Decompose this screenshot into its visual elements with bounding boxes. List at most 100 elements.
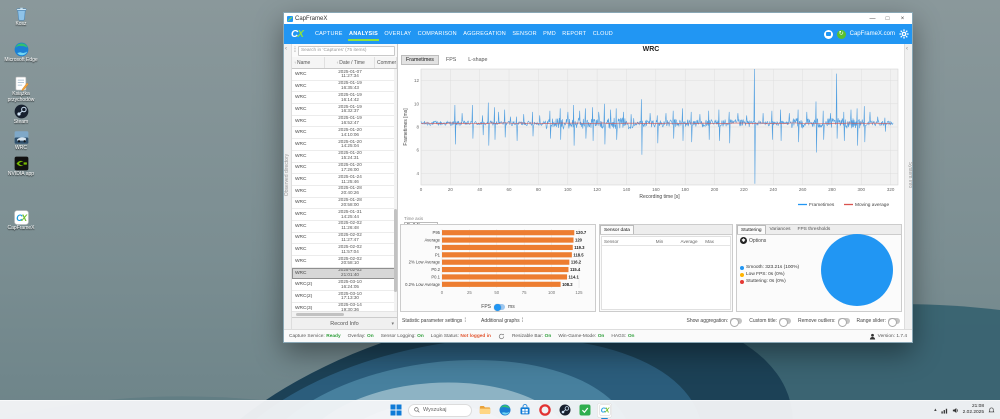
search-input[interactable]: Search in 'Captures' (75 items) bbox=[298, 46, 395, 56]
table-row[interactable]: WRC2025-01-2820:58:00 bbox=[292, 198, 397, 210]
toggle-switch[interactable] bbox=[838, 318, 850, 324]
tab-variances[interactable]: Variances bbox=[767, 225, 794, 234]
captures-table-header[interactable]: ↑Name↑Date / TimeComment bbox=[292, 57, 397, 69]
nav-tab-report[interactable]: REPORT bbox=[561, 27, 587, 41]
table-row[interactable]: WRC2025-01-2820:40:26 bbox=[292, 186, 397, 198]
desktop-icon-capframex[interactable]: CXCapFrameX bbox=[4, 210, 38, 232]
kebab-menu-icon[interactable]: ⁞ bbox=[522, 318, 523, 324]
table-row[interactable]: WRC2025-01-1916:52:47 bbox=[292, 116, 397, 128]
drag-handle-icon[interactable]: ⁞ bbox=[294, 48, 296, 54]
toggle-switch[interactable] bbox=[779, 318, 791, 324]
table-row[interactable]: WRC2025-01-1916:35:43 bbox=[292, 81, 397, 93]
nav-tab-overlay[interactable]: OVERLAY bbox=[383, 27, 412, 41]
maximize-button[interactable]: □ bbox=[881, 14, 894, 24]
tab-l-shape[interactable]: L-shape bbox=[463, 55, 492, 65]
table-row[interactable]: WRC(2)2025-03-1017:13:30 bbox=[292, 291, 397, 303]
website-link[interactable]: CapFrameX.com bbox=[850, 31, 895, 37]
taskbar-icon-capframex[interactable]: CX bbox=[597, 403, 612, 418]
column-header-c3[interactable]: Comment bbox=[375, 57, 397, 68]
options-gear-icon[interactable]: ✱ bbox=[740, 237, 747, 244]
kebab-menu-icon[interactable]: ⁞ bbox=[464, 318, 465, 324]
toggle-switch[interactable] bbox=[730, 318, 742, 324]
nav-tab-capture[interactable]: CAPTURE bbox=[314, 27, 344, 41]
taskbar-icon-opera[interactable] bbox=[537, 403, 552, 418]
nav-tab-aggregation[interactable]: AGGREGATION bbox=[462, 27, 507, 41]
settings-gear-icon[interactable] bbox=[899, 29, 909, 39]
legend-dot bbox=[740, 266, 744, 270]
minimize-button[interactable]: — bbox=[866, 14, 879, 24]
table-row[interactable]: WRC2025-01-0711:27:34 bbox=[292, 69, 397, 81]
close-button[interactable]: × bbox=[896, 14, 909, 24]
collapse-right-icon[interactable]: ‹ bbox=[906, 46, 908, 52]
table-row[interactable]: WRC2025-01-1916:14:42 bbox=[292, 92, 397, 104]
nav-tab-sensor[interactable]: SENSOR bbox=[511, 27, 537, 41]
tab-frametimes[interactable]: Frametimes bbox=[401, 55, 439, 65]
refresh-icon[interactable] bbox=[498, 333, 505, 340]
toggle-switch[interactable] bbox=[888, 318, 900, 324]
system-info-strip[interactable]: ‹ System Info bbox=[904, 44, 912, 329]
desktop-icon-edge[interactable]: Microsoft Edge bbox=[4, 42, 38, 64]
taskbar-search-input[interactable]: Wyszukaj bbox=[408, 404, 472, 417]
table-row[interactable]: WRC2025-01-2014:25:04 bbox=[292, 139, 397, 151]
tab-sensor-data[interactable]: Sensor data bbox=[600, 225, 634, 234]
notification-bell-icon[interactable] bbox=[988, 407, 995, 414]
nav-tab-cloud[interactable]: CLOUD bbox=[592, 27, 614, 41]
table-row[interactable]: WRC2025-01-3114:25:44 bbox=[292, 209, 397, 221]
table-row[interactable]: WRC(3)2025-03-1419:30:36 bbox=[292, 303, 397, 311]
record-datetime: 2025-03-1419:30:36 bbox=[325, 303, 375, 311]
desktop-icon-steam[interactable]: Steam bbox=[4, 104, 38, 126]
update-icon[interactable]: ↻ bbox=[837, 30, 846, 39]
status-label: Win-Game-Mode: bbox=[558, 334, 596, 339]
button-additional-graphs[interactable]: Additional graphs⁞ bbox=[481, 318, 522, 324]
taskbar-icon-file-explorer[interactable] bbox=[477, 403, 492, 418]
network-icon[interactable] bbox=[941, 407, 948, 414]
table-row[interactable]: WRC2025-01-2014:10:06 bbox=[292, 127, 397, 139]
table-row[interactable]: WRC2025-02-0220:58:10 bbox=[292, 256, 397, 268]
nav-tab-comparison[interactable]: COMPARISON bbox=[417, 27, 458, 41]
table-row[interactable]: WRC2025-01-2017:26:00 bbox=[292, 163, 397, 175]
vertical-scrollbar[interactable] bbox=[394, 69, 397, 311]
column-header-c2[interactable]: ↑Date / Time bbox=[325, 57, 375, 68]
svg-text:50: 50 bbox=[494, 290, 499, 295]
taskbar-icon-edge[interactable] bbox=[497, 403, 512, 418]
table-row[interactable]: WRC2025-01-1916:32:37 bbox=[292, 104, 397, 116]
table-row[interactable]: WRC2025-01-2015:24:31 bbox=[292, 151, 397, 163]
table-row[interactable]: WRC(2)2025-03-1016:24:05 bbox=[292, 279, 397, 291]
desktop-icon-game[interactable]: WRC bbox=[4, 130, 38, 152]
table-row[interactable]: WRC2025-02-0211:57:04 bbox=[292, 244, 397, 256]
options-label[interactable]: Options bbox=[749, 238, 766, 244]
svg-text:260: 260 bbox=[799, 187, 807, 192]
nav-tab-pmd[interactable]: PMD bbox=[542, 27, 557, 41]
collapse-left-icon[interactable]: ‹ bbox=[285, 46, 287, 52]
taskbar-icon-microsoft-store[interactable] bbox=[517, 403, 532, 418]
main-nav: CAPTURE ANALYSIS OVERLAY COMPARISON AGGREGAT… bbox=[314, 27, 614, 41]
tab-fps-thresholds[interactable]: FPS thresholds bbox=[795, 225, 834, 234]
column-header-c1[interactable]: ↑Name bbox=[292, 57, 325, 68]
svg-text:320: 320 bbox=[887, 187, 895, 192]
taskbar-icon-green-app[interactable] bbox=[577, 403, 592, 418]
button-statistic-parameter-settings[interactable]: Statistic parameter settings⁞ bbox=[402, 318, 465, 324]
desktop-icon-recycle-bin[interactable]: Kosz bbox=[4, 6, 38, 28]
nav-tab-analysis[interactable]: ANALYSIS bbox=[348, 27, 379, 41]
window-titlebar[interactable]: CapFrameX — □ × bbox=[284, 13, 912, 24]
feedback-icon[interactable] bbox=[824, 30, 833, 39]
taskbar-icon-steam[interactable] bbox=[557, 403, 572, 418]
unit-toggle[interactable] bbox=[494, 304, 505, 310]
table-row[interactable]: WRC2025-01-2411:25:46 bbox=[292, 174, 397, 186]
frametimes-chart[interactable]: 0204060801001201401601802002202402602803… bbox=[401, 65, 903, 215]
table-row[interactable]: WRC2025-02-0211:27:47 bbox=[292, 233, 397, 245]
start-button[interactable] bbox=[388, 403, 403, 418]
observed-directory-strip[interactable]: ‹ Observed directory bbox=[284, 44, 292, 329]
desktop-icon-nvidia[interactable]: NVIDIA app bbox=[4, 156, 38, 178]
tray-chevron-up-icon[interactable]: ▴ bbox=[934, 407, 937, 413]
tab-stuttering[interactable]: Stuttering bbox=[737, 225, 766, 234]
record-info-bar[interactable]: Record Info ▾ bbox=[292, 317, 397, 329]
desktop-icon-notes[interactable]: Książka przychodów bbox=[4, 76, 38, 104]
tab-fps[interactable]: FPS bbox=[441, 55, 461, 65]
svg-text:2% Low Average: 2% Low Average bbox=[409, 260, 441, 265]
clock[interactable]: 21:08 2.02.2025 bbox=[963, 404, 984, 415]
svg-text:220: 220 bbox=[740, 187, 748, 192]
table-row[interactable]: WRC2025-02-0221:01:40 bbox=[292, 268, 397, 280]
table-row[interactable]: WRC2025-02-0211:26:48 bbox=[292, 221, 397, 233]
volume-icon[interactable] bbox=[952, 407, 959, 414]
